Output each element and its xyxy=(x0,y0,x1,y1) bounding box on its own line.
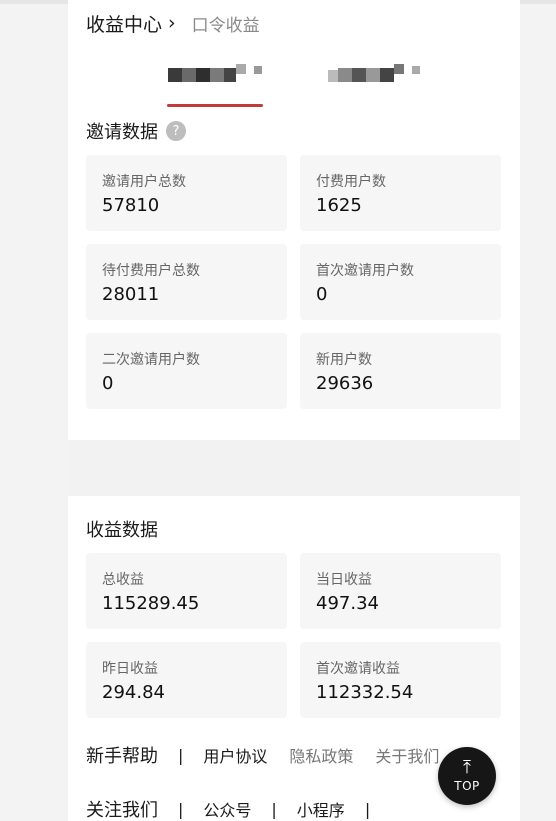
tab-account-2[interactable] xyxy=(328,64,428,86)
stat-label: 二次邀请用户数 xyxy=(102,352,200,368)
tab-account-1[interactable] xyxy=(168,64,268,86)
follow-us-label: 关注我们 xyxy=(86,800,158,821)
invite-data-section-title: 邀请数据 ? xyxy=(86,118,186,144)
stat-label: 总收益 xyxy=(102,572,144,588)
stat-value: 112332.54 xyxy=(316,682,414,703)
section-divider xyxy=(68,440,520,496)
arrow-up-icon: ⤒ xyxy=(463,757,471,778)
footer-separator: | xyxy=(271,799,277,819)
income-data-section-title: 收益数据 xyxy=(86,516,158,542)
footer-separator: | xyxy=(178,745,184,765)
official-account-link[interactable]: 公众号 xyxy=(203,797,251,821)
stat-value: 0 xyxy=(102,373,114,394)
stat-card-new-users[interactable]: 新用户数 29636 xyxy=(300,333,501,409)
page-title[interactable]: 收益中心 xyxy=(86,10,162,37)
stat-label: 首次邀请收益 xyxy=(316,661,400,677)
stat-label: 邀请用户总数 xyxy=(102,174,186,190)
newbie-help-link[interactable]: 新手帮助 xyxy=(86,742,158,768)
stat-card-total-invited[interactable]: 邀请用户总数 57810 xyxy=(86,155,287,231)
page-header: 收益中心 › 口令收益 xyxy=(86,8,260,38)
stat-card-first-invite[interactable]: 首次邀请用户数 0 xyxy=(300,244,501,320)
help-icon[interactable]: ? xyxy=(166,121,186,141)
stat-card-second-invite[interactable]: 二次邀请用户数 0 xyxy=(86,333,287,409)
stat-value: 57810 xyxy=(102,195,160,216)
stat-card-total-income[interactable]: 总收益 115289.45 xyxy=(86,553,287,629)
invite-data-title: 邀请数据 xyxy=(86,122,158,143)
stat-card-pending-paid[interactable]: 待付费用户总数 28011 xyxy=(86,244,287,320)
income-data-title: 收益数据 xyxy=(86,520,158,541)
top-label: TOP xyxy=(454,779,480,793)
chevron-right-icon[interactable]: › xyxy=(168,12,176,34)
stat-label: 新用户数 xyxy=(316,352,372,368)
stat-card-first-invite-income[interactable]: 首次邀请收益 112332.54 xyxy=(300,642,501,718)
mini-program-link[interactable]: 小程序 xyxy=(297,797,345,821)
stat-label: 付费用户数 xyxy=(316,174,386,190)
stat-card-paid-users[interactable]: 付费用户数 1625 xyxy=(300,155,501,231)
about-us-link[interactable]: 关于我们 xyxy=(375,743,439,767)
privacy-policy-link[interactable]: 隐私政策 xyxy=(289,743,353,767)
footer-separator: | xyxy=(178,799,184,819)
stat-value: 294.84 xyxy=(102,682,165,703)
stat-value: 0 xyxy=(316,284,328,305)
footer-links-row: 新手帮助 | 用户协议 隐私政策 关于我们 xyxy=(86,742,439,768)
back-to-top-button[interactable]: ⤒ TOP xyxy=(438,747,496,805)
stat-card-yesterday-income[interactable]: 昨日收益 294.84 xyxy=(86,642,287,718)
stat-value: 115289.45 xyxy=(102,593,200,614)
stat-value: 497.34 xyxy=(316,593,379,614)
stat-value: 29636 xyxy=(316,373,374,394)
stat-value: 28011 xyxy=(102,284,160,305)
footer-separator: | xyxy=(364,799,371,819)
active-tab-indicator xyxy=(167,104,263,107)
income-center-page: 收益中心 › 口令收益 邀请数据 ? 邀请用户总数 57810 付费用户数 16… xyxy=(68,0,520,821)
stat-label: 首次邀请用户数 xyxy=(316,263,414,279)
user-agreement-link[interactable]: 用户协议 xyxy=(203,743,267,767)
footer-follow-row: 关注我们 | 公众号 | 小程序 | xyxy=(86,796,390,821)
stat-label: 待付费用户总数 xyxy=(102,263,200,279)
stat-label: 当日收益 xyxy=(316,572,372,588)
stat-card-today-income[interactable]: 当日收益 497.34 xyxy=(300,553,501,629)
stat-label: 昨日收益 xyxy=(102,661,158,677)
stat-value: 1625 xyxy=(316,195,362,216)
password-income-tab[interactable]: 口令收益 xyxy=(192,11,260,36)
